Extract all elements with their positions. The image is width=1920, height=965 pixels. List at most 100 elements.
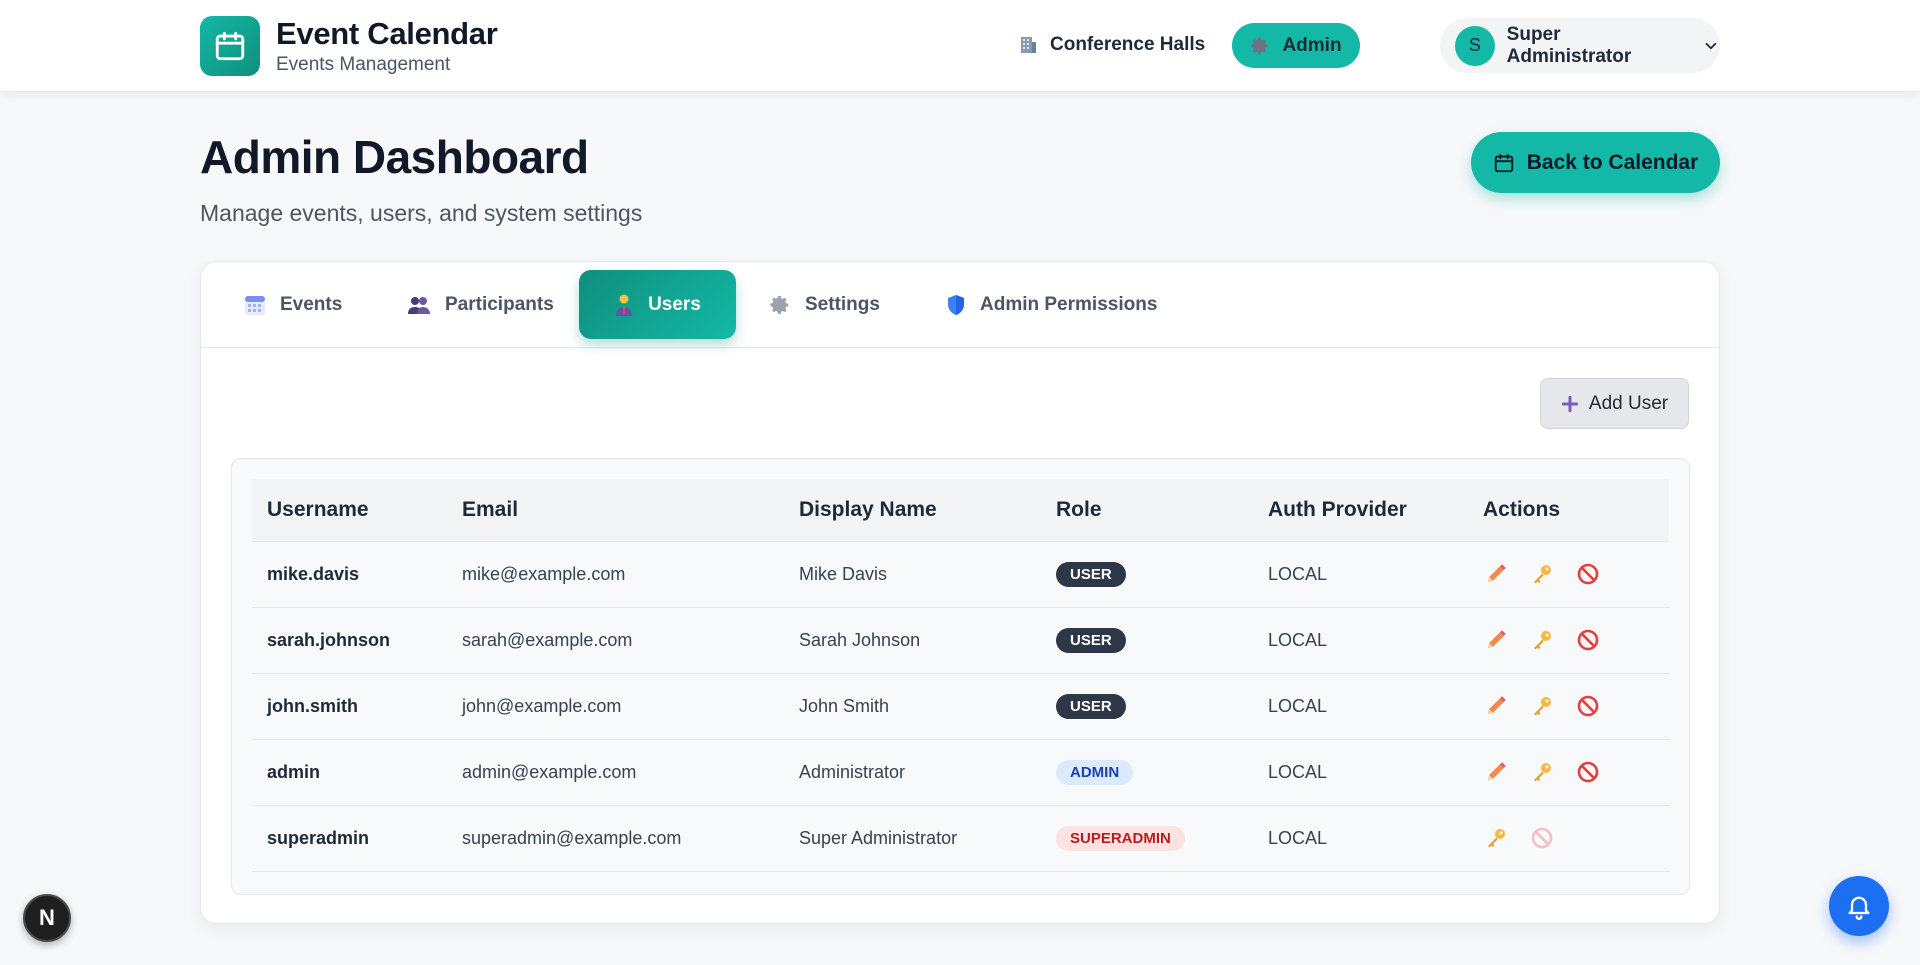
role-badge: USER (1056, 693, 1126, 719)
cell-email: superadmin@example.com (447, 805, 784, 872)
table-row: superadmin superadmin@example.com Super … (252, 805, 1669, 872)
page-title: Admin Dashboard (200, 131, 589, 183)
tab-settings[interactable]: Settings (769, 270, 880, 339)
cell-role: SUPERADMIN (1041, 805, 1253, 872)
avatar: S (1455, 25, 1495, 66)
admin-tabs: Events Participants Users Settings Admin… (201, 262, 1719, 348)
table-row: admin admin@example.com Administrator AD… (252, 739, 1669, 806)
back-to-calendar-label: Back to Calendar (1526, 150, 1699, 174)
user-menu[interactable]: S Super Administrator (1440, 18, 1720, 73)
app-subtitle: Events Management (276, 54, 451, 75)
tab-events-label: Events (280, 293, 343, 315)
role-badge: SUPERADMIN (1056, 825, 1185, 851)
tab-admin-permissions-label: Admin Permissions (980, 293, 1158, 315)
notifications-button[interactable] (1829, 876, 1889, 936)
gear-icon (770, 295, 789, 314)
cell-actions (1468, 805, 1669, 872)
tab-users-label: Users (648, 293, 701, 315)
cell-auth-provider: LOCAL (1253, 541, 1468, 608)
tab-participants[interactable]: Participants (407, 270, 554, 339)
user-icon (616, 294, 633, 316)
tab-events[interactable]: Events (244, 270, 342, 339)
app-title: Event Calendar (276, 16, 498, 51)
users-table-container: Username Email Display Name Role Auth Pr… (231, 458, 1690, 895)
add-user-label: Add User (1588, 392, 1669, 414)
page-subtitle: Manage events, users, and system setting… (200, 200, 643, 226)
cell-role: ADMIN (1041, 739, 1253, 806)
tab-participants-label: Participants (445, 293, 554, 315)
edit-pencil-icon[interactable] (1483, 627, 1509, 653)
cell-auth-provider: LOCAL (1253, 805, 1468, 872)
table-header-row: Username Email Display Name Role Auth Pr… (252, 479, 1669, 542)
cell-role: USER (1041, 541, 1253, 608)
people-icon (408, 296, 430, 314)
cell-email: mike@example.com (447, 541, 784, 608)
plus-icon (1561, 395, 1578, 412)
key-icon[interactable] (1529, 759, 1555, 785)
cell-username: sarah.johnson (252, 607, 447, 674)
cell-username: john.smith (252, 673, 447, 740)
block-icon[interactable] (1575, 693, 1601, 719)
cell-auth-provider: LOCAL (1253, 607, 1468, 674)
calendar-icon (245, 295, 265, 315)
key-icon[interactable] (1483, 825, 1509, 851)
cell-auth-provider: LOCAL (1253, 739, 1468, 806)
role-badge: USER (1056, 561, 1126, 587)
key-icon[interactable] (1529, 693, 1555, 719)
nav-admin[interactable]: Admin (1232, 23, 1360, 68)
chevron-down-icon (1705, 42, 1717, 49)
cell-actions (1468, 739, 1669, 806)
cell-email: sarah@example.com (447, 607, 784, 674)
key-icon[interactable] (1529, 561, 1555, 587)
back-to-calendar-button[interactable]: Back to Calendar (1471, 132, 1720, 193)
cell-display-name: Mike Davis (784, 541, 1041, 608)
cell-username: superadmin (252, 805, 447, 872)
column-header-username[interactable]: Username (252, 479, 447, 542)
nav-conference-halls[interactable]: Conference Halls (1018, 27, 1205, 63)
key-icon[interactable] (1529, 627, 1555, 653)
table-row: john.smith john@example.com John Smith U… (252, 673, 1669, 740)
shield-icon (948, 294, 964, 315)
column-header-email[interactable]: Email (447, 479, 784, 542)
column-header-display-name[interactable]: Display Name (784, 479, 1041, 542)
column-header-actions: Actions (1468, 479, 1669, 542)
next-dev-badge[interactable]: N (23, 894, 71, 942)
app-logo[interactable] (200, 16, 260, 76)
cell-display-name: Administrator (784, 739, 1041, 806)
role-badge: USER (1056, 627, 1126, 653)
cell-actions (1468, 673, 1669, 740)
cell-auth-provider: LOCAL (1253, 673, 1468, 740)
edit-pencil-icon[interactable] (1483, 693, 1509, 719)
block-icon[interactable] (1575, 759, 1601, 785)
bell-icon (1848, 896, 1870, 920)
admin-card: Events Participants Users Settings Admin… (200, 261, 1720, 924)
edit-pencil-icon[interactable] (1483, 561, 1509, 587)
cell-actions (1468, 541, 1669, 608)
cell-role: USER (1041, 673, 1253, 740)
cell-username: admin (252, 739, 447, 806)
cell-actions (1468, 607, 1669, 674)
edit-pencil-icon[interactable] (1483, 759, 1509, 785)
nav-admin-label: Admin (1282, 34, 1342, 56)
block-icon[interactable] (1575, 627, 1601, 653)
table-row: sarah.johnson sarah@example.com Sarah Jo… (252, 607, 1669, 674)
cell-display-name: John Smith (784, 673, 1041, 740)
tab-users[interactable]: Users (579, 270, 736, 339)
nav-conference-halls-label: Conference Halls (1050, 34, 1206, 55)
cell-role: USER (1041, 607, 1253, 674)
gear-icon (1251, 37, 1268, 54)
users-table: Username Email Display Name Role Auth Pr… (252, 479, 1669, 872)
cell-email: admin@example.com (447, 739, 784, 806)
calendar-icon (215, 31, 245, 61)
calendar-icon (1494, 153, 1513, 172)
role-badge: ADMIN (1056, 759, 1134, 785)
table-row: mike.davis mike@example.com Mike Davis U… (252, 541, 1669, 608)
block-icon (1529, 825, 1555, 851)
top-header: Event Calendar Events Management Confere… (0, 0, 1920, 91)
column-header-auth-provider[interactable]: Auth Provider (1253, 479, 1468, 542)
column-header-role[interactable]: Role (1041, 479, 1253, 542)
user-name: Super Administrator (1506, 23, 1632, 67)
block-icon[interactable] (1575, 561, 1601, 587)
add-user-button[interactable]: Add User (1540, 378, 1689, 429)
tab-admin-permissions[interactable]: Admin Permissions (946, 270, 1157, 339)
